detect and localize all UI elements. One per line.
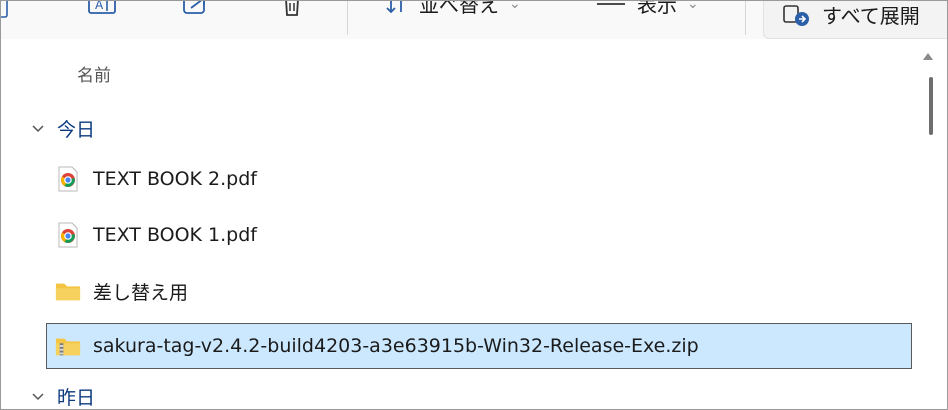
file-row[interactable]: TEXT BOOK 1.pdf bbox=[47, 213, 257, 257]
sort-icon bbox=[386, 1, 402, 13]
expand-all-content: すべて展開 bbox=[782, 1, 920, 29]
scroll-up-icon[interactable] bbox=[923, 53, 933, 60]
chevron-down-icon: ⌄ bbox=[687, 0, 699, 12]
chevron-down-icon: ⌄ bbox=[509, 0, 521, 12]
view-icon bbox=[597, 2, 625, 5]
zip-folder-icon bbox=[55, 333, 81, 359]
toolbar-separator bbox=[745, 1, 746, 35]
trash-icon bbox=[285, 1, 299, 16]
file-row[interactable]: TEXT BOOK 2.pdf bbox=[47, 157, 257, 201]
expand-all-icon bbox=[783, 4, 809, 26]
chrome-pdf-icon bbox=[55, 222, 81, 248]
rename-button[interactable]: A bbox=[87, 0, 117, 19]
share-button[interactable] bbox=[181, 1, 211, 19]
rename-icon: A bbox=[88, 0, 116, 14]
svg-text:A: A bbox=[95, 0, 104, 12]
scrollbar-thumb[interactable] bbox=[929, 77, 933, 135]
share-icon bbox=[183, 1, 205, 14]
group-label: 今日 bbox=[57, 119, 96, 141]
column-header-name[interactable]: 名前 bbox=[77, 61, 111, 86]
command-bar: A 並べ替え ⌄ 表示 ⌄ すべて展開 bbox=[1, 1, 947, 39]
file-row-selected[interactable]: sakura-tag-v2.4.2-build4203-a3e63915b-Wi… bbox=[46, 323, 912, 369]
sort-label: 並べ替え bbox=[419, 0, 499, 17]
chevron-down-icon bbox=[32, 392, 44, 400]
chrome-pdf-icon bbox=[55, 166, 81, 192]
file-row[interactable]: 差し替え用 bbox=[47, 269, 188, 313]
expand-all-button[interactable]: すべて展開 bbox=[763, 1, 947, 39]
sort-button[interactable]: 並べ替え ⌄ bbox=[385, 0, 521, 18]
copy-button[interactable] bbox=[1, 1, 9, 19]
view-button[interactable]: 表示 ⌄ bbox=[595, 0, 699, 18]
delete-button[interactable] bbox=[279, 1, 305, 19]
group-label: 昨日 bbox=[57, 387, 96, 409]
copy-icon bbox=[1, 1, 8, 18]
file-name: TEXT BOOK 2.pdf bbox=[93, 168, 257, 190]
file-explorer-window: A 並べ替え ⌄ 表示 ⌄ すべて展開 名前 今日 TEXT BOOK 2.pd… bbox=[0, 0, 948, 410]
expand-all-label: すべて展開 bbox=[822, 4, 920, 28]
toolbar-separator bbox=[347, 1, 348, 35]
folder-icon bbox=[55, 278, 81, 304]
group-header-yesterday[interactable]: 昨日 bbox=[31, 383, 96, 409]
vertical-scrollbar[interactable] bbox=[919, 51, 933, 409]
file-name: 差し替え用 bbox=[93, 281, 189, 304]
chevron-down-icon bbox=[32, 124, 44, 132]
view-label: 表示 bbox=[637, 0, 677, 17]
group-header-today[interactable]: 今日 bbox=[31, 115, 95, 142]
file-name: TEXT BOOK 1.pdf bbox=[93, 224, 257, 246]
file-name: sakura-tag-v2.4.2-build4203-a3e63915b-Wi… bbox=[93, 335, 699, 357]
